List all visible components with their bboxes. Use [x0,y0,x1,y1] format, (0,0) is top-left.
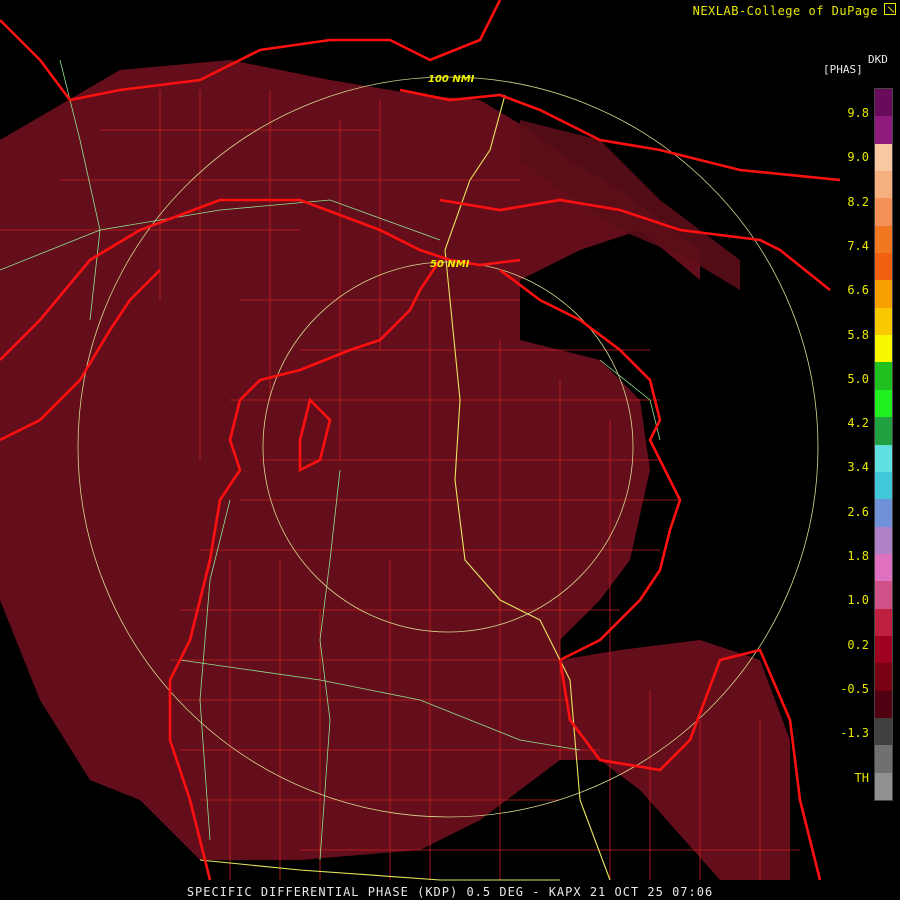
color-scale-label: TH [854,770,869,785]
resize-icon[interactable] [884,3,896,15]
color-scale-label: -1.3 [840,726,869,741]
color-scale-swatch [875,171,892,199]
color-scale-swatch [875,499,892,528]
color-scale-swatch [875,553,892,582]
color-scale-swatch [875,417,892,445]
color-scale-label: 4.2 [847,416,869,431]
color-scale-swatch [875,89,892,117]
credit-text: NEXLAB-College of DuPage [692,4,878,18]
range-ring-label-100: 100 NMI [428,74,475,85]
color-scale-swatch [875,198,892,227]
color-scale-label: -0.5 [840,681,869,696]
color-scale-swatch [875,335,892,363]
radar-map[interactable]: 100 NMI 50 NMI [0,0,900,900]
color-scale-swatch [875,389,892,418]
color-scale-swatch [875,772,892,801]
color-scale-swatch [875,690,892,719]
color-scale-label: 9.0 [847,150,869,165]
color-scale-swatch [875,362,892,391]
color-scale-swatch [875,608,892,637]
color-scale-label: 3.4 [847,460,869,475]
color-scale-swatch [875,745,892,774]
color-scale-swatch [875,526,892,555]
color-scale-label: 2.6 [847,504,869,519]
color-scale-swatch [875,116,892,145]
legend-unit-top: DKD [868,53,888,66]
color-scale-swatch [875,581,892,610]
radar-viewer: 100 NMI 50 NMI NEXLAB-College of DuPage … [0,0,900,900]
legend-unit-sub: [PHAS] [823,63,863,76]
color-scale-label: 0.2 [847,637,869,652]
color-scale-label: 1.0 [847,593,869,608]
color-scale-label: 6.6 [847,283,869,298]
color-scale-label: 8.2 [847,194,869,209]
color-scale-swatch [875,253,892,281]
range-ring-label-50: 50 NMI [430,259,470,270]
color-scale-swatch [875,280,892,309]
color-scale-swatch [875,471,892,500]
color-scale-label: 9.8 [847,106,869,120]
color-scale-swatch [875,225,892,254]
color-scale-swatch [875,143,892,172]
color-scale-label: 5.0 [847,371,869,386]
color-scale-swatch [875,635,892,664]
color-scale-bar [874,88,893,801]
color-scale-swatch [875,717,892,746]
color-scale-label: 7.4 [847,238,869,253]
color-scale-label: 1.8 [847,549,869,563]
product-caption: SPECIFIC DIFFERENTIAL PHASE (KDP) 0.5 DE… [186,885,714,899]
color-scale-label: 5.8 [847,327,869,342]
color-scale-swatch [875,307,892,336]
color-scale-swatch [875,663,892,692]
color-scale-swatch [875,444,892,473]
